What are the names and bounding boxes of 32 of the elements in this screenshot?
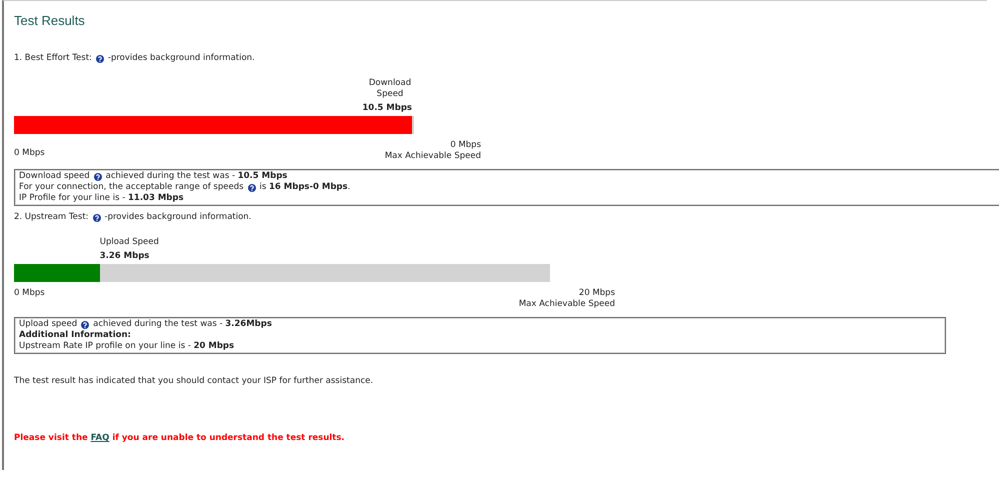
help-icon[interactable] [96, 54, 104, 62]
faq-link[interactable]: FAQ [90, 433, 110, 443]
page-title: Test Results [14, 13, 85, 28]
scale-min: 0 Mbps [14, 148, 45, 158]
bar-label: Download Speed [368, 78, 412, 100]
speed-value: 3.26 Mbps [100, 251, 150, 261]
help-icon[interactable] [81, 320, 90, 328]
section-heading: -provides background information. [108, 53, 255, 64]
help-icon[interactable] [94, 172, 102, 180]
section-heading: 1. Best Effort Test: [14, 53, 92, 64]
scale-caption: Max Achievable Speed [518, 299, 615, 309]
scale-max: 20 Mbps [578, 288, 615, 298]
info-text: Upload speed [19, 319, 78, 330]
info-text: Additional Information: [19, 330, 131, 341]
info-text: Download speed [19, 171, 90, 182]
faq-notice: Please visit the FAQ if you are unable to understand the test results. [14, 433, 345, 443]
help-icon[interactable] [92, 214, 101, 222]
info-text: achieved during the test was - 10.5 Mbps [106, 171, 288, 182]
help-icon[interactable] [248, 184, 256, 192]
advice-text: The test result has indicated that you should contact your ISP for further assistance. [14, 376, 374, 386]
info-text: Upstream Rate IP profile on your line is - 20 Mbps [19, 341, 234, 352]
info-text: IP Profile for your line is - 11.03 Mbps [19, 193, 184, 204]
info-text: achieved during the test was - 3.26Mbps [93, 319, 272, 330]
section-heading: 2. Upstream Test: [14, 212, 89, 223]
speed-value: 10.5 Mbps [362, 103, 412, 113]
scale-min: 0 Mbps [14, 288, 45, 298]
info-text: For your connection, the acceptable range of speeds [19, 182, 244, 193]
section-heading: -provides background information. [104, 212, 252, 223]
info-text: is 16 Mbps-0 Mbps. [260, 182, 350, 193]
scale-caption: Max Achievable Speed [384, 151, 481, 161]
scale-max: 0 Mbps [450, 140, 481, 150]
bar-label: Upload Speed [100, 237, 160, 248]
